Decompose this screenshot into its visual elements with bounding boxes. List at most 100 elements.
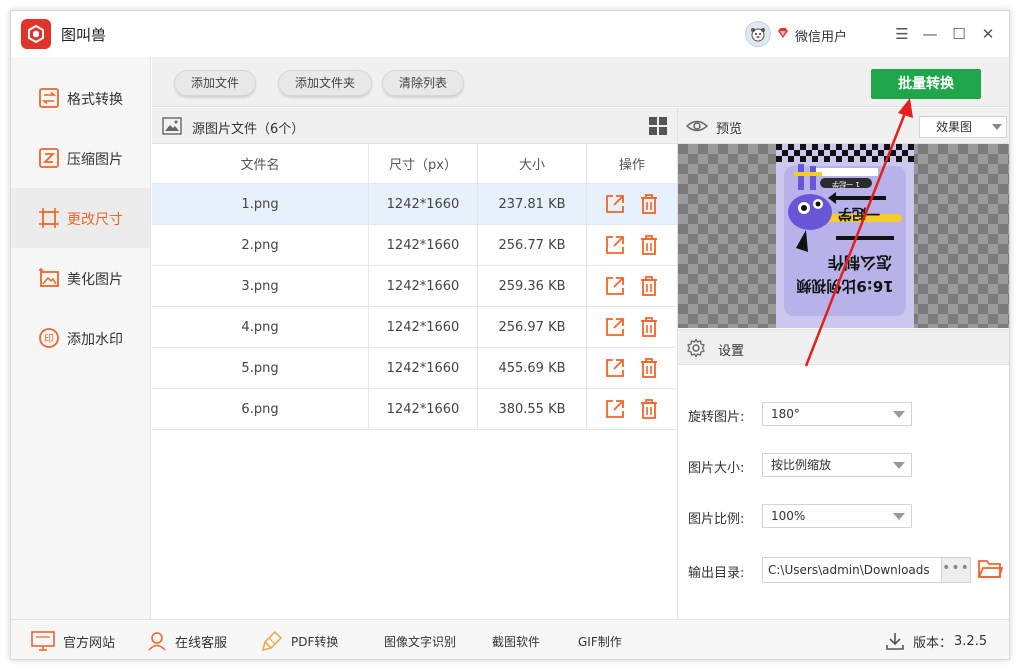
footer-pdf-link[interactable]: PDF转换 [261,620,338,659]
footer-website-link[interactable]: 官方网站 [31,620,115,659]
chevron-down-icon [992,124,1002,130]
watermark-icon: 印 [39,328,59,348]
footer-bar: 官方网站 在线客服 PDF转换 图像文字识别 截图软件 GIF制作 版本： 3.… [11,619,1009,659]
actions-cell [587,225,677,265]
batch-convert-button[interactable]: 批量转换 [871,69,981,99]
chevron-down-icon [893,513,905,520]
filesize-cell: 455.69 KB [478,348,587,388]
actions-cell [587,184,677,224]
actions-cell [587,389,677,429]
output-dir-label: 输出目录: [688,566,745,581]
version-label: 版本： [913,635,953,651]
app-title: 图叫兽 [61,26,107,44]
preview-image: 16:9比例视频 怎么制作 一起学 1 一起学 [776,144,914,328]
file-name-cell: 3.png [152,266,369,306]
delete-icon[interactable] [638,193,660,215]
open-external-icon[interactable] [604,193,626,215]
sidebar-item-label: 美化图片 [67,272,123,288]
preview-poster-graphic [776,144,914,328]
file-name-cell: 2.png [152,225,369,265]
preview-header: 预览 效果图 [678,108,1009,144]
open-external-icon[interactable] [604,316,626,338]
grid-view-icon[interactable] [649,117,667,135]
open-external-icon[interactable] [604,398,626,420]
filesize-cell: 256.77 KB [478,225,587,265]
table-row[interactable]: 4.png 1242*1660 256.97 KB [152,307,677,348]
dimensions-cell: 1242*1660 [369,348,478,388]
footer-support-label: 在线客服 [175,635,228,651]
gear-icon [687,338,705,358]
app-window: 图叫兽 微信用户 ☰ — ☐ ✕ 格式转换 压缩图片 更改尺寸 美化图片 印 添… [10,10,1010,660]
maximize-button[interactable]: ☐ [948,23,970,45]
folder-icon[interactable] [977,557,1003,581]
file-name-cell: 1.png [152,184,369,224]
menu-icon[interactable]: ☰ [891,23,913,45]
poster-text-line-3: 一起学 [838,205,880,221]
footer-ocr-link[interactable]: 图像文字识别 [384,620,456,659]
sidebar-item-watermark[interactable]: 印 添加水印 [11,308,150,368]
title-bar: 图叫兽 微信用户 ☰ — ☐ ✕ [11,11,1009,57]
size-select[interactable]: 按比例缩放 [762,453,912,477]
sidebar-item-resize[interactable]: 更改尺寸 [11,188,150,248]
size-label: 图片大小: [688,461,745,476]
user-name[interactable]: 微信用户 [795,26,847,45]
sidebar-item-compress[interactable]: 压缩图片 [11,128,150,188]
sidebar-item-format-convert[interactable]: 格式转换 [11,68,150,128]
filesize-cell: 380.55 KB [478,389,587,429]
delete-icon[interactable] [638,234,660,256]
open-external-icon[interactable] [604,275,626,297]
close-button[interactable]: ✕ [977,23,999,45]
sidebar: 格式转换 压缩图片 更改尺寸 美化图片 印 添加水印 [11,57,151,619]
dimensions-cell: 1242*1660 [369,225,478,265]
chevron-down-icon [893,462,905,469]
add-folder-button[interactable]: 添加文件夹 [278,70,373,96]
dimensions-cell: 1242*1660 [369,184,478,224]
open-external-icon[interactable] [604,357,626,379]
ratio-label: 图片比例: [688,512,745,527]
settings-header: 设置 [678,329,1009,365]
compress-icon [39,148,59,168]
dimensions-cell: 1242*1660 [369,389,478,429]
footer-gif-link[interactable]: GIF制作 [578,620,622,659]
preview-canvas: 16:9比例视频 怎么制作 一起学 1 一起学 [678,144,1009,328]
preview-mode-select[interactable]: 效果图 [919,116,1007,138]
poster-text-line-4: 1 一起学 [832,180,860,188]
delete-icon[interactable] [638,398,660,420]
user-avatar[interactable] [745,21,771,47]
file-table: 文件名 尺寸（px） 大小 操作 1.png 1242*1660 237.81 KB… [152,144,677,430]
footer-support-link[interactable]: 在线客服 [147,620,228,659]
customer-service-icon [148,632,166,651]
settings-title: 设置 [718,344,745,359]
add-file-button[interactable]: 添加文件 [174,70,257,96]
ratio-value: 100% [771,509,806,523]
table-row[interactable]: 1.png 1242*1660 237.81 KB [152,184,677,225]
table-row[interactable]: 5.png 1242*1660 455.69 KB [152,348,677,389]
minimize-button[interactable]: — [919,23,941,45]
file-list-title: 源图片文件（6个） [192,122,305,137]
open-external-icon[interactable] [604,234,626,256]
delete-icon[interactable] [638,357,660,379]
eye-icon [686,120,708,132]
monitor-icon [31,631,55,651]
table-row[interactable]: 2.png 1242*1660 256.77 KB [152,225,677,266]
sidebar-item-label: 更改尺寸 [67,212,123,228]
table-row[interactable]: 3.png 1242*1660 259.36 KB [152,266,677,307]
sidebar-item-beautify[interactable]: 美化图片 [11,248,150,308]
rotate-label: 旋转图片: [688,410,745,425]
footer-version[interactable]: 版本： 3.2.5 [885,620,987,659]
format-convert-icon [39,88,59,108]
output-dir-input[interactable]: C:\Users\admin\Downloads [762,557,942,583]
footer-screenshot-link[interactable]: 截图软件 [492,620,540,659]
rotate-select[interactable]: 180° [762,402,912,426]
image-icon [162,117,182,135]
browse-more-button[interactable]: ••• [941,557,971,583]
poster-text-line-2: 怎么制作 [828,253,893,272]
delete-icon[interactable] [638,316,660,338]
delete-icon[interactable] [638,275,660,297]
clear-list-button[interactable]: 清除列表 [382,70,465,96]
ratio-select[interactable]: 100% [762,504,912,528]
actions-cell [587,348,677,388]
table-row[interactable]: 6.png 1242*1660 380.55 KB [152,389,677,430]
file-list-header: 源图片文件（6个） [152,108,677,144]
sidebar-item-label: 压缩图片 [67,152,123,168]
